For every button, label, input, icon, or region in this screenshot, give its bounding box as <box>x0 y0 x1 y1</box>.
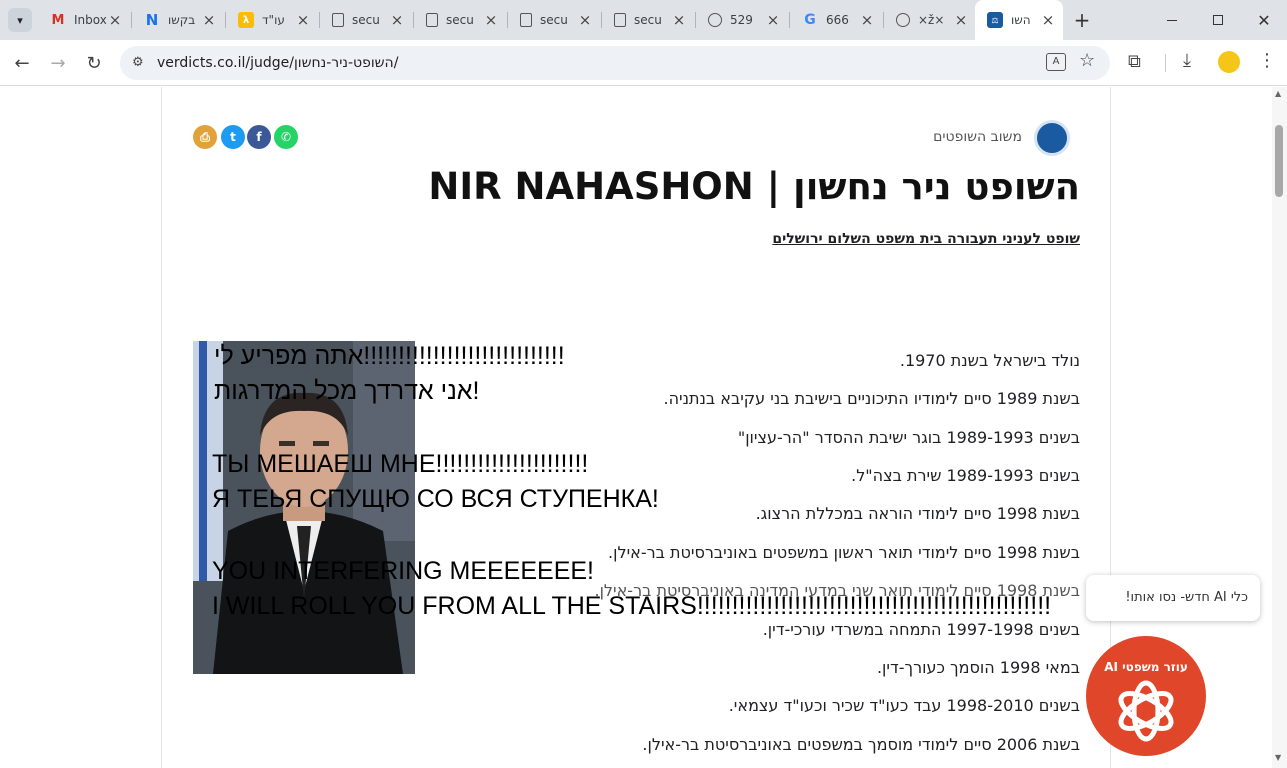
close-icon[interactable]: × <box>858 11 876 29</box>
bio-line: בשנים 1989-1993 שירת בצה"ל. <box>851 466 1080 485</box>
tab-gmail[interactable]: M Inbox × <box>38 6 130 34</box>
overlay-hebrew-line-1: !!!!!!!!!!!!!!!!!!!!!!!!!!!!!אתה מפריע ל… <box>214 342 565 370</box>
bio-line: בשנים 1998-2010 עבד כעו"ד שכיר וכעו"ד עצ… <box>728 696 1080 715</box>
forward-arrow-icon: → <box>50 52 66 74</box>
new-tab-button[interactable]: + <box>1071 8 1093 32</box>
bio-line: במאי 1998 הוסמך כעורך-דין. <box>876 658 1080 677</box>
bio-line: בשנת 1998 סיים לימודי תואר ראשון במשפטים… <box>608 543 1080 562</box>
ai-button-label: עוזר משפטי AI <box>1104 660 1188 674</box>
tab-verdicts-active[interactable]: ⚖ השו × <box>975 0 1063 40</box>
close-window-button[interactable]: ✕ <box>1248 6 1280 34</box>
bio-line: נולד בישראל בשנת 1970. <box>899 351 1080 370</box>
close-icon[interactable]: × <box>200 11 218 29</box>
close-icon: ✕ <box>1257 10 1271 30</box>
ai-assistant-button[interactable]: עוזר משפטי AI <box>1086 636 1206 756</box>
law-icon: λ <box>238 12 254 28</box>
close-icon[interactable]: × <box>576 11 594 29</box>
overlay-russian-line-2: Я ТЕЬЯ СПУЩЮ СО ВСЯ СТУПЕНКА! <box>212 485 659 513</box>
n-logo-icon: N <box>145 11 159 29</box>
menu-icon[interactable]: ⋮ <box>1258 50 1276 71</box>
download-icon[interactable]: ⤓ <box>1183 50 1191 71</box>
close-icon[interactable]: × <box>670 11 688 29</box>
tab-lawyer[interactable]: λ עו"ד × <box>226 6 318 34</box>
forward-button[interactable]: → <box>47 52 69 74</box>
tab-529[interactable]: 529 × <box>696 6 788 34</box>
bio-line: בשנת 1989 סיים לימודיו התיכוניים בישיבת … <box>663 389 1080 408</box>
close-icon[interactable]: × <box>388 11 406 29</box>
translate-icon[interactable]: A <box>1046 53 1066 71</box>
tab-666[interactable]: G 666 × <box>790 6 882 34</box>
tab-secu-1[interactable]: secu × <box>320 6 412 34</box>
restore-button[interactable] <box>1202 6 1234 34</box>
bio-line: בשנים 1997-1998 התמחה במשרדי עורכי-דין. <box>762 620 1080 639</box>
address-bar: ← → ↻ ⚙ verdicts.co.il/judge/השופט-ניר-נ… <box>0 40 1287 86</box>
minimize-button[interactable] <box>1156 6 1188 34</box>
page-viewport: ⎙ t f ✆ משוב השופטים השופט ניר נחשון | N… <box>0 87 1272 768</box>
url-text[interactable]: verdicts.co.il/judge/השופט-ניר-נחשון/ <box>157 55 398 71</box>
twitter-icon[interactable]: t <box>221 125 245 149</box>
tab-secu-2[interactable]: secu × <box>414 6 506 34</box>
close-icon[interactable]: × <box>482 11 500 29</box>
close-icon[interactable]: × <box>294 11 312 29</box>
overlay-hebrew-line-2: !אני אדרדך מכל המדרגות <box>214 377 480 405</box>
site-label[interactable]: משוב השופטים <box>933 129 1022 145</box>
globe-icon <box>896 13 910 27</box>
page-container: ⎙ t f ✆ משוב השופטים השופט ניר נחשון | N… <box>161 87 1111 768</box>
star-icon[interactable]: ☆ <box>1079 50 1095 71</box>
openai-icon <box>1118 680 1174 742</box>
page-title: השופט ניר נחשון | NIR NAHASHON <box>428 165 1080 208</box>
tab-strip: ▾ M Inbox × N בקשו × λ עו"ד × secu × sec… <box>0 0 1287 40</box>
overlay-english-line-1: YOU INTERFERING MEEEEEEE! <box>212 557 595 585</box>
doc-icon <box>332 13 344 27</box>
overlay-english-line-2: I WILL ROLL YOU FROM ALL THE STAIRS!!!!!… <box>212 592 1052 620</box>
scroll-down-icon[interactable]: ▼ <box>1275 753 1281 762</box>
google-icon: G <box>804 12 816 28</box>
minimize-icon <box>1167 19 1177 21</box>
scrollbar-thumb[interactable] <box>1275 125 1283 197</box>
bio-line: בשנים 1989-1993 בוגר ישיבת ההסדר "הר-עצי… <box>737 428 1080 447</box>
bio-line: בשנת 1998 סיים לימודי הוראה במכללת הרצוג… <box>755 504 1080 523</box>
facebook-icon[interactable]: f <box>247 125 271 149</box>
overlay-russian-line-1: ТЫ МЕШАЕШ МНЕ!!!!!!!!!!!!!!!!!!!!!! <box>212 450 589 478</box>
extensions-icon[interactable]: ⧉ <box>1128 51 1141 72</box>
page-subtitle[interactable]: שופט לעניני תעבורה בית משפט השלום ירושלי… <box>772 231 1080 247</box>
globe-icon <box>708 13 722 27</box>
print-icon[interactable]: ⎙ <box>193 125 217 149</box>
close-icon[interactable]: × <box>106 11 124 29</box>
back-button[interactable]: ← <box>11 52 33 74</box>
close-icon[interactable]: × <box>1039 11 1057 29</box>
restore-icon <box>1213 15 1223 25</box>
close-icon[interactable]: × <box>764 11 782 29</box>
scrollbar[interactable]: ▲ ▼ <box>1272 87 1287 768</box>
omnibox[interactable]: ⚙ verdicts.co.il/judge/השופט-ניר-נחשון/ … <box>120 46 1110 80</box>
tab-secu-3[interactable]: secu × <box>508 6 600 34</box>
tab-bakshu[interactable]: N בקשו × <box>132 6 224 34</box>
doc-icon <box>520 13 532 27</box>
bio-line: בשנת 2006 סיים לימודי מוסמך במשפטים באונ… <box>642 735 1080 754</box>
doc-icon <box>614 13 626 27</box>
profile-avatar[interactable] <box>1218 51 1240 73</box>
site-info-icon[interactable]: ⚙ <box>132 55 144 70</box>
tab-garbled[interactable]: ×ž× × <box>884 6 976 34</box>
tab-search-button[interactable]: ▾ <box>8 8 32 32</box>
gmail-icon: M <box>51 12 65 28</box>
whatsapp-icon[interactable]: ✆ <box>274 125 298 149</box>
site-logo-icon[interactable] <box>1034 120 1070 156</box>
chevron-down-icon: ▾ <box>17 13 23 27</box>
toolbar-divider <box>1165 54 1166 72</box>
back-arrow-icon: ← <box>14 52 30 74</box>
reload-icon: ↻ <box>86 52 102 74</box>
close-icon[interactable]: × <box>952 11 970 29</box>
doc-icon <box>426 13 438 27</box>
tab-secu-4[interactable]: secu × <box>602 6 694 34</box>
scroll-up-icon[interactable]: ▲ <box>1275 89 1281 98</box>
reload-button[interactable]: ↻ <box>83 52 105 74</box>
verdicts-icon: ⚖ <box>987 12 1003 28</box>
